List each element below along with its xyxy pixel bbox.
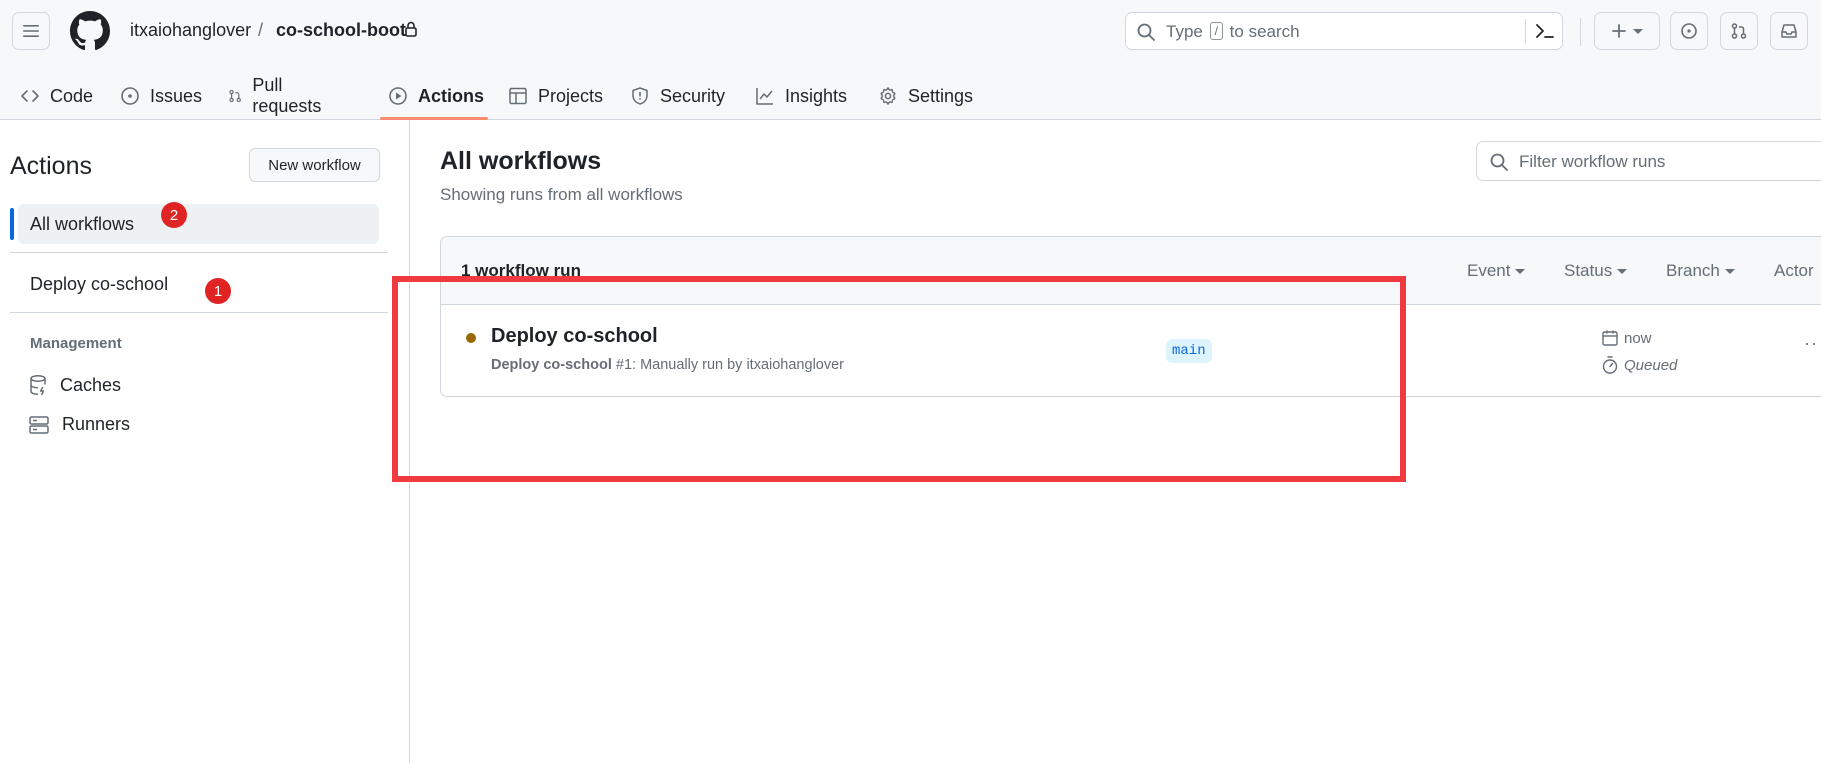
hamburger-menu-button[interactable] [12, 12, 50, 50]
chevron-down-icon [1633, 28, 1643, 34]
sidebar-divider [10, 252, 388, 253]
actor-filter-dropdown[interactable]: Actor [1774, 261, 1814, 281]
tab-settings-label: Settings [908, 85, 974, 106]
create-new-button[interactable] [1594, 12, 1660, 50]
plus-icon [1612, 24, 1626, 38]
header-divider [1580, 18, 1581, 46]
gear-icon [880, 87, 896, 105]
queued-status-icon [466, 333, 476, 343]
sidebar-item-deploy-co-school[interactable]: Deploy co-school [30, 274, 168, 295]
run-duration: Queued [1601, 355, 1677, 375]
sidebar-item-runners-label: Runners [62, 414, 131, 434]
annotation-badge-2: 2 [161, 202, 187, 228]
pull-request-icon [229, 89, 241, 103]
active-tab-indicator [380, 117, 488, 120]
run-timestamp: now [1601, 329, 1652, 347]
issue-icon [1681, 23, 1697, 39]
filter-placeholder: Filter workflow runs [1519, 152, 1666, 171]
search-divider [1525, 19, 1526, 43]
lock-icon [405, 21, 417, 37]
tab-code-label: Code [50, 85, 94, 106]
tab-pull-requests[interactable]: Pull requests [228, 72, 327, 120]
tab-pull-requests-label: Pull requests [252, 75, 322, 116]
table-icon [509, 87, 527, 105]
workflow-run-count: 1 workflow run [461, 261, 581, 280]
branch-filter-dropdown[interactable]: Branch [1666, 261, 1735, 281]
kebab-menu-icon[interactable]: ·· [1804, 333, 1818, 354]
tab-security-label: Security [660, 85, 726, 106]
new-workflow-button[interactable]: New workflow [249, 148, 380, 182]
issues-button[interactable] [1670, 12, 1708, 50]
workflow-runs-list: 1 workflow run Event Status Branch Actor… [440, 236, 1821, 397]
inbox-button[interactable] [1770, 12, 1808, 50]
run-status-label: Queued [1624, 356, 1678, 374]
search-placeholder: Type / to search [1166, 22, 1300, 41]
inbox-icon [1781, 24, 1797, 38]
annotation-badge-1: 1 [205, 278, 231, 304]
tab-issues-label: Issues [150, 85, 203, 106]
search-shortcut-key: / [1209, 22, 1223, 40]
page-subtitle: Showing runs from all workflows [440, 185, 683, 204]
play-icon [389, 87, 407, 105]
search-icon [1490, 153, 1508, 171]
tab-insights-label: Insights [785, 85, 848, 106]
shield-icon [632, 87, 648, 105]
tab-security[interactable]: Security [630, 72, 725, 120]
graph-icon [756, 88, 773, 105]
filter-workflow-runs-input[interactable]: Filter workflow runs [1476, 141, 1821, 181]
tab-code[interactable]: Code [20, 72, 93, 120]
active-item-indicator [10, 208, 14, 240]
chevron-down-icon [1724, 268, 1735, 274]
global-header: itxaiohanglover / co-school-boot Type / … [0, 0, 1821, 120]
tab-actions-label: Actions [418, 85, 485, 106]
repo-owner-link[interactable]: itxaiohanglover [130, 20, 251, 41]
search-icon [1137, 23, 1155, 41]
tab-settings[interactable]: Settings [878, 72, 973, 120]
sidebar-divider [10, 312, 388, 313]
runs-list-header: 1 workflow run Event Status Branch Actor [441, 237, 1821, 305]
sidebar-separator [409, 120, 410, 763]
chevron-down-icon [1617, 268, 1628, 274]
run-meta: Deploy co-school #1: Manually run by itx… [491, 357, 844, 373]
global-search-input[interactable]: Type / to search [1125, 12, 1563, 50]
event-filter-dropdown[interactable]: Event [1467, 261, 1526, 281]
tab-projects[interactable]: Projects [508, 72, 603, 120]
tab-insights[interactable]: Insights [755, 72, 847, 120]
page-title: All workflows [440, 147, 602, 175]
hamburger-icon [23, 25, 39, 37]
breadcrumb-separator: / [258, 20, 264, 40]
database-icon [30, 374, 46, 396]
status-filter-dropdown[interactable]: Status [1564, 261, 1628, 281]
sidebar-item-runners[interactable]: Runners [28, 414, 130, 435]
repo-name-link[interactable]: co-school-boot [276, 20, 406, 41]
workflow-run-row[interactable]: Deploy co-school Deploy co-school #1: Ma… [441, 305, 1821, 396]
sidebar-item-caches-label: Caches [60, 374, 122, 395]
branch-label[interactable]: main [1166, 339, 1212, 363]
issue-icon [121, 87, 139, 105]
pull-requests-button[interactable] [1720, 12, 1758, 50]
run-title-link[interactable]: Deploy co-school [491, 325, 658, 348]
github-logo[interactable] [70, 11, 110, 51]
pull-request-icon [1731, 23, 1747, 39]
event-filter-label: Event [1467, 261, 1511, 280]
actor-filter-label: Actor [1774, 261, 1814, 280]
chevron-down-icon [1515, 268, 1526, 274]
tab-actions[interactable]: Actions [388, 72, 484, 120]
stopwatch-icon [1602, 356, 1618, 374]
branch-filter-label: Branch [1666, 261, 1720, 280]
management-heading: Management [30, 335, 122, 352]
server-icon [29, 415, 49, 434]
tab-projects-label: Projects [538, 85, 604, 106]
status-filter-label: Status [1564, 261, 1613, 280]
command-palette-icon[interactable] [1534, 21, 1556, 41]
tab-issues[interactable]: Issues [120, 72, 202, 120]
sidebar-item-caches[interactable]: Caches [28, 374, 121, 396]
sidebar-title: Actions [10, 152, 92, 180]
sidebar-item-all-workflows-label: All workflows [30, 214, 135, 234]
run-time-label: now [1624, 329, 1652, 347]
calendar-icon [1602, 330, 1618, 346]
code-icon [21, 90, 39, 102]
